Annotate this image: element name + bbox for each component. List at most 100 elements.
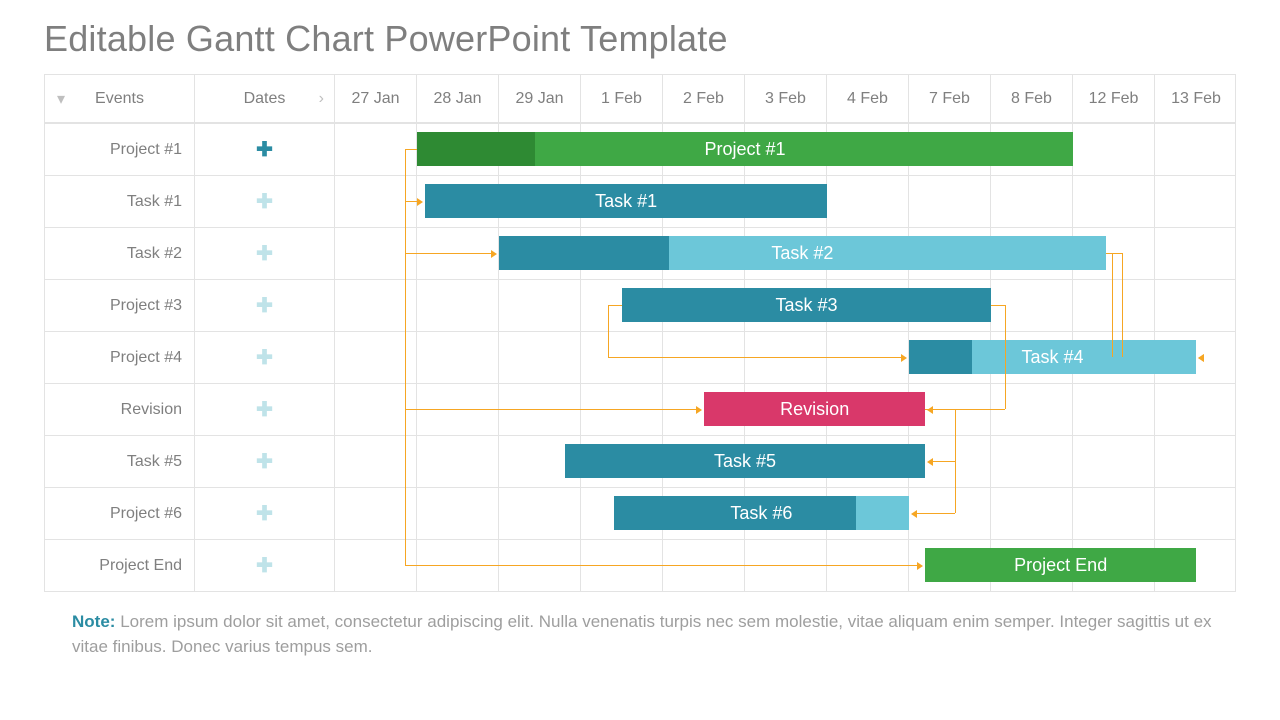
plus-icon: ✚ (256, 192, 273, 212)
timeline-cell (499, 540, 581, 591)
timeline-cell (991, 384, 1073, 435)
expand-button[interactable]: ✚ (195, 228, 335, 279)
timeline-cell (827, 488, 909, 539)
timeline-cell (499, 280, 581, 331)
plus-icon: ✚ (256, 140, 273, 160)
timeline-cell (1155, 124, 1237, 175)
timeline-cell (417, 228, 499, 279)
expand-button[interactable]: ✚ (195, 436, 335, 487)
timeline-cell (991, 436, 1073, 487)
timeline-cell (827, 436, 909, 487)
timeline-cell (991, 176, 1073, 227)
timeline-cell (909, 332, 991, 383)
row-label: Project #6 (45, 488, 195, 539)
plus-icon: ✚ (256, 556, 273, 576)
timeline-cell (909, 176, 991, 227)
timeline-cell (745, 436, 827, 487)
timeline-cell (991, 332, 1073, 383)
timeline-cell (581, 176, 663, 227)
timeline-cell (909, 488, 991, 539)
timeline-cell (663, 124, 745, 175)
expand-button[interactable]: ✚ (195, 280, 335, 331)
timeline-cell (1073, 384, 1155, 435)
timeline-cell (1073, 436, 1155, 487)
timeline-cell (745, 332, 827, 383)
date-col: 28 Jan (417, 75, 499, 122)
timeline-cell (335, 488, 417, 539)
timeline-cell (663, 384, 745, 435)
expand-button[interactable]: ✚ (195, 488, 335, 539)
expand-button[interactable]: ✚ (195, 384, 335, 435)
timeline-cell (335, 436, 417, 487)
timeline-cell (991, 228, 1073, 279)
expand-button[interactable]: ✚ (195, 124, 335, 175)
timeline-cell (499, 436, 581, 487)
timeline-cell (335, 384, 417, 435)
row-label: Project End (45, 540, 195, 591)
timeline-cell (663, 228, 745, 279)
row-label: Task #2 (45, 228, 195, 279)
date-col: 2 Feb (663, 75, 745, 122)
timeline-cell (581, 332, 663, 383)
row-label: Task #1 (45, 176, 195, 227)
table-row: Project End ✚ (45, 539, 1235, 591)
date-col: 29 Jan (499, 75, 581, 122)
timeline-cell (663, 280, 745, 331)
table-row: Project #3✚ (45, 279, 1235, 331)
date-col: 3 Feb (745, 75, 827, 122)
table-row: Project #6 ✚ (45, 487, 1235, 539)
timeline-cell (581, 436, 663, 487)
timeline-cell (745, 488, 827, 539)
timeline-cell (1155, 436, 1237, 487)
timeline-cell (745, 384, 827, 435)
date-col: 7 Feb (909, 75, 991, 122)
timeline-cell (1073, 540, 1155, 591)
timeline-cell (335, 228, 417, 279)
timeline-cell (581, 488, 663, 539)
expand-button[interactable]: ✚ (195, 540, 335, 591)
timeline-cell (581, 124, 663, 175)
timeline-cell (909, 280, 991, 331)
timeline-cell (1073, 124, 1155, 175)
timeline-cell (499, 228, 581, 279)
plus-icon: ✚ (256, 348, 273, 368)
timeline-cell (1073, 176, 1155, 227)
timeline-cell (909, 436, 991, 487)
timeline-cell (663, 540, 745, 591)
timeline-cell (499, 384, 581, 435)
timeline-cell (1155, 280, 1237, 331)
timeline-cell (499, 332, 581, 383)
timeline-cell (335, 332, 417, 383)
timeline-cell (1073, 488, 1155, 539)
header-events-label: Events (95, 90, 144, 108)
plus-icon: ✚ (256, 244, 273, 264)
expand-button[interactable]: ✚ (195, 176, 335, 227)
timeline-cell (1073, 280, 1155, 331)
timeline-cell (581, 384, 663, 435)
timeline-cell (827, 332, 909, 383)
chevron-right-icon[interactable]: › (319, 90, 324, 108)
expand-button[interactable]: ✚ (195, 332, 335, 383)
timeline-cell (991, 540, 1073, 591)
timeline-cell (827, 228, 909, 279)
timeline-cell (827, 124, 909, 175)
timeline-cell (909, 384, 991, 435)
timeline-cell (417, 384, 499, 435)
timeline-cell (335, 540, 417, 591)
timeline-cell (991, 488, 1073, 539)
timeline-cell (417, 436, 499, 487)
timeline-cell (827, 280, 909, 331)
header-events[interactable]: ▾ Events (45, 75, 195, 122)
header-dates[interactable]: Dates › (195, 75, 335, 122)
timeline-cell (499, 176, 581, 227)
timeline-cell (417, 488, 499, 539)
header-dates-label: Dates (244, 90, 286, 108)
timeline-cell (991, 280, 1073, 331)
date-col: 1 Feb (581, 75, 663, 122)
timeline-cell (663, 488, 745, 539)
table-row: Task #5✚ (45, 435, 1235, 487)
timeline-cell (335, 280, 417, 331)
chevron-down-icon[interactable]: ▾ (57, 89, 65, 109)
plus-icon: ✚ (256, 504, 273, 524)
row-label: Project #4 (45, 332, 195, 383)
